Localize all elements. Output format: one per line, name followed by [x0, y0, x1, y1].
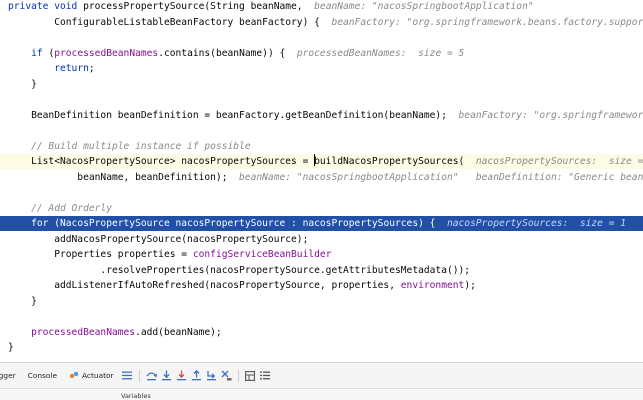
run-to-cursor-icon[interactable] — [204, 369, 218, 383]
code-comment: // Add Orderly — [31, 202, 112, 214]
code-line[interactable]: // Add Orderly — [0, 201, 643, 216]
code-token: beanName, beanDefinition); — [8, 171, 240, 183]
evaluate-icon[interactable] — [219, 369, 233, 383]
settings-list-icon[interactable] — [258, 369, 272, 383]
code-line[interactable]: } — [0, 340, 643, 355]
code-token: environment — [400, 280, 465, 291]
inline-debug-value: beanName: "nacosSpringbootApplication" — [314, 1, 534, 12]
code-token: BeanDefinition beanDefinition = beanFact… — [8, 109, 459, 121]
code-token: return — [54, 63, 89, 74]
debug-footer: Variables — [0, 390, 643, 400]
code-line-highlighted[interactable]: List<NacosPropertySource> nacosPropertyS… — [0, 154, 643, 169]
code-token: } — [8, 78, 37, 90]
code-token: for — [31, 218, 49, 229]
toolbar-separator — [138, 369, 140, 382]
code-token: List<NacosPropertySource> nacosPropertyS… — [8, 156, 315, 167]
code-line[interactable] — [0, 309, 643, 324]
code-token: Properties properties = — [8, 249, 193, 260]
code-token: (NacosPropertySource nacosPropertySource… — [48, 218, 447, 229]
code-line[interactable]: addNacosPropertySource(nacosPropertySour… — [0, 232, 643, 247]
code-line[interactable]: return; — [0, 61, 643, 76]
code-line[interactable] — [0, 185, 643, 200]
code-token: .add(beanName); — [135, 326, 222, 338]
code-line[interactable]: addListenerIfAutoRefreshed(nacosProperty… — [0, 278, 643, 293]
code-token: } — [8, 342, 14, 353]
current-execution-line[interactable]: for (NacosPropertySource nacosPropertySo… — [0, 216, 643, 231]
tab-debugger-label: ugger — [0, 371, 16, 380]
tab-console-label: Console — [27, 371, 57, 380]
code-editor[interactable]: private void processPropertySource(Strin… — [0, 0, 643, 362]
code-line[interactable]: if (processedBeanNames.contains(beanName… — [0, 46, 643, 61]
debug-toolbar: ugger Console Actuator — [0, 363, 643, 389]
code-line[interactable]: Properties properties = configServiceBea… — [0, 247, 643, 262]
code-token: .contains(beanName)) { — [158, 47, 297, 59]
tab-actuator-label: Actuator — [82, 371, 114, 380]
inline-debug-value: beanFactory: "org.springframework.beans.… — [331, 16, 643, 28]
inline-debug-value: nacosPropertySources: size = 1 — [475, 156, 643, 167]
tab-debugger[interactable]: ugger — [0, 363, 22, 389]
code-token: configServiceBeanBuilder — [192, 249, 332, 260]
variables-pane-title: Variables — [121, 392, 151, 400]
code-line[interactable] — [0, 92, 643, 107]
inline-debug-value: nacosPropertySources: size = 1 — [446, 218, 627, 229]
inline-debug-value: beanFactory: "org.springframework.bea — [458, 109, 643, 121]
code-token: buildNacosPropertySources( — [314, 156, 476, 167]
step-over-icon[interactable] — [144, 369, 158, 383]
actuator-icon — [69, 370, 79, 382]
code-token: ( — [42, 47, 55, 59]
code-token: processPropertySource(String beanName, — [83, 1, 315, 12]
code-line[interactable] — [0, 30, 643, 45]
code-line[interactable]: beanName, beanDefinition); beanName: "na… — [0, 170, 643, 185]
tab-actuator[interactable]: Actuator — [63, 363, 120, 389]
code-line[interactable]: ConfigurableListableBeanFactory beanFact… — [0, 15, 643, 30]
layout-icon[interactable] — [120, 369, 134, 383]
toolbar-separator — [237, 369, 239, 382]
code-comment: // Build multiple instance if possible — [31, 140, 251, 152]
tab-console[interactable]: Console — [22, 363, 63, 389]
code-token: ); — [464, 280, 476, 291]
code-token: .resolveProperties(nacosPropertySource.g… — [8, 264, 471, 276]
code-token: ConfigurableListableBeanFactory beanFact… — [8, 16, 332, 28]
code-line[interactable] — [0, 123, 643, 138]
step-into-icon[interactable] — [159, 369, 173, 383]
code-token: if — [31, 47, 43, 59]
inline-debug-value: beanName: "nacosSpringbootApplication" b… — [239, 171, 643, 183]
table-icon[interactable] — [243, 369, 257, 383]
code-token: private void — [8, 1, 84, 12]
code-token: processedBeanNames — [54, 47, 159, 59]
code-token: } — [8, 295, 37, 307]
code-token: processedBeanNames — [31, 326, 136, 338]
code-token: addListenerIfAutoRefreshed(nacosProperty… — [8, 280, 401, 291]
code-line[interactable]: .resolveProperties(nacosPropertySource.g… — [0, 263, 643, 278]
code-token: addNacosPropertySource(nacosPropertySour… — [8, 233, 309, 245]
inline-debug-value: processedBeanNames: size = 5 — [296, 47, 465, 59]
force-step-into-icon[interactable] — [174, 369, 188, 383]
code-line[interactable]: // Build multiple instance if possible — [0, 139, 643, 154]
code-line[interactable]: processedBeanNames.add(beanName); — [0, 325, 643, 340]
step-out-icon[interactable] — [189, 369, 203, 383]
code-line[interactable]: } — [0, 294, 643, 309]
code-line[interactable]: private void processPropertySource(Strin… — [0, 0, 643, 14]
code-line[interactable]: } — [0, 77, 643, 92]
code-token: ; — [88, 63, 95, 74]
code-line[interactable]: BeanDefinition beanDefinition = beanFact… — [0, 108, 643, 123]
